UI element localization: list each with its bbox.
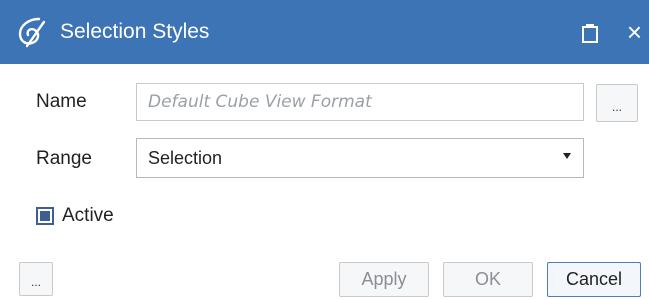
cancel-button[interactable]: Cancel bbox=[547, 262, 641, 297]
active-checkbox[interactable] bbox=[36, 207, 54, 225]
range-label: Range bbox=[36, 148, 92, 169]
title-bar: Selection Styles × bbox=[0, 0, 649, 64]
more-options-button[interactable]: ... bbox=[19, 262, 53, 296]
window-title: Selection Styles bbox=[60, 20, 210, 43]
app-logo-icon bbox=[18, 17, 46, 48]
close-icon[interactable]: × bbox=[620, 16, 649, 48]
range-select[interactable]: Selection bbox=[136, 138, 584, 178]
name-field-container bbox=[136, 83, 584, 121]
name-label: Name bbox=[36, 91, 87, 112]
name-input[interactable] bbox=[148, 92, 583, 112]
dropdown-arrow-icon bbox=[563, 153, 571, 159]
active-label: Active bbox=[62, 205, 114, 226]
restore-icon[interactable] bbox=[580, 22, 600, 44]
active-checkbox-row[interactable]: Active bbox=[36, 205, 114, 227]
apply-button[interactable]: Apply bbox=[339, 262, 429, 297]
name-browse-button[interactable]: ... bbox=[596, 84, 638, 122]
ok-button[interactable]: OK bbox=[443, 262, 533, 297]
checkbox-checked-icon bbox=[40, 211, 50, 221]
range-selected-value: Selection bbox=[148, 147, 223, 168]
